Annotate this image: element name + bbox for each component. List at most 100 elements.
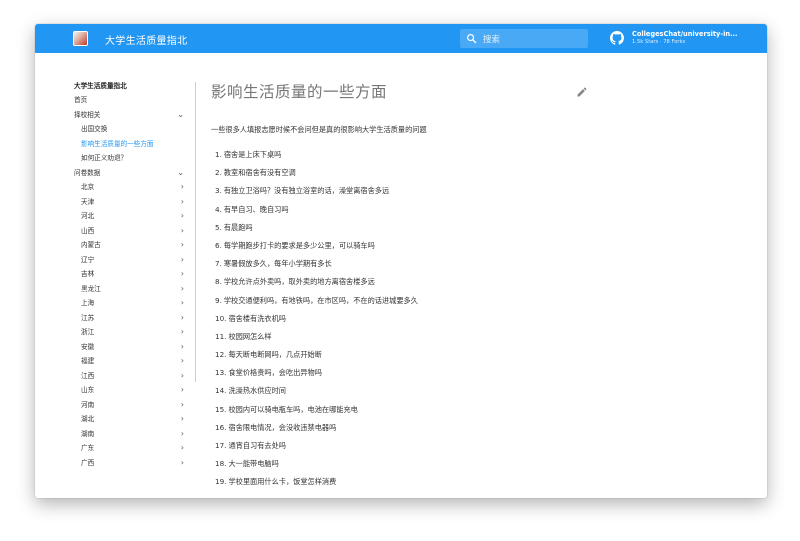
sidebar-item[interactable]: 湖北 ›: [74, 412, 194, 427]
sidebar-item[interactable]: 上海 ›: [74, 296, 194, 311]
sidebar-item[interactable]: 内蒙古 ›: [74, 238, 194, 253]
sidebar-item[interactable]: 安徽 ›: [74, 340, 194, 355]
search-input[interactable]: 搜索: [483, 33, 500, 45]
list-item-number: 5.: [215, 222, 222, 232]
list-item-text: 每学期跑步打卡的要求是多少公里，可以骑车吗: [223, 240, 375, 250]
chevron-right-icon[interactable]: ›: [181, 296, 184, 311]
sidebar-item[interactable]: 辽宁 ›: [74, 253, 194, 268]
sidebar-title[interactable]: 大学生活质量指北: [74, 80, 194, 93]
sidebar-item[interactable]: 河北 ›: [74, 209, 194, 224]
sidebar-item[interactable]: 广东 ›: [74, 441, 194, 456]
sidebar-item[interactable]: 北京 ›: [74, 180, 194, 195]
list-item-number: 13.: [215, 368, 227, 378]
chevron-right-icon[interactable]: ›: [181, 441, 184, 456]
repo-name: CollegesChat/university-in...: [632, 30, 738, 38]
chevron-right-icon[interactable]: ›: [181, 282, 184, 297]
sidebar-item[interactable]: 广西 ›: [74, 456, 194, 471]
list-item-number: 1.: [215, 150, 222, 159]
sidebar-item-label: 山西: [81, 226, 95, 235]
sidebar-item[interactable]: 江西 ›: [74, 369, 194, 384]
list-item-text: 每天断电断网吗，几点开始断: [228, 350, 322, 360]
sidebar-item[interactable]: 影响生活质量的一些方面: [74, 137, 194, 152]
sidebar-item[interactable]: 出国交换: [74, 122, 194, 137]
browser-window: 大学生活质量指北 搜索 CollegesChat/university-in..…: [35, 24, 767, 498]
sidebar-item[interactable]: 首页: [74, 93, 194, 108]
sidebar-item[interactable]: 吉林 ›: [74, 267, 194, 282]
list-item: 14. 洗澡热水供应时间: [215, 382, 418, 400]
sidebar-item[interactable]: 择校相关 ⌄: [74, 108, 194, 123]
repo-link[interactable]: CollegesChat/university-in... 1.5k Stars…: [610, 29, 760, 49]
chevron-right-icon[interactable]: ›: [181, 369, 184, 384]
list-item-text: 教室和宿舍有没有空调: [223, 168, 296, 178]
chevron-right-icon[interactable]: ›: [181, 238, 184, 253]
list-item-text: 洗澡热水供应时间: [228, 386, 286, 396]
list-item-text: 寒暑假放多久，每年小学期有多长: [223, 259, 332, 269]
list-item-number: 18.: [215, 459, 227, 469]
sidebar-item-label: 浙江: [81, 328, 95, 336]
sidebar-item-label: 吉林: [81, 270, 95, 278]
list-item: 9. 学校交通便利吗，有地铁吗，在市区吗，不在的话进城要多久: [215, 292, 418, 310]
chevron-right-icon[interactable]: ›: [181, 195, 184, 210]
sidebar-item-label: 安徽: [81, 342, 95, 351]
top-header: 大学生活质量指北 搜索 CollegesChat/university-in..…: [35, 24, 767, 53]
site-logo[interactable]: [73, 31, 88, 46]
chevron-right-icon[interactable]: ›: [181, 311, 184, 326]
sidebar-item[interactable]: 如何正义劝退？: [74, 151, 194, 166]
sidebar-item[interactable]: 问卷数据 ⌄: [74, 166, 194, 181]
list-item: 1. 宿舍是上床下桌吗: [215, 146, 418, 164]
sidebar-item-label: 北京: [81, 183, 95, 191]
sidebar-item-label: 影响生活质量的一些方面: [81, 139, 154, 148]
sidebar-item-label: 江西: [81, 371, 95, 380]
chevron-right-icon[interactable]: ›: [181, 456, 184, 471]
list-item-text: 食堂价格贵吗，会吃出异物吗: [228, 368, 322, 378]
sidebar-item[interactable]: 黑龙江 ›: [74, 282, 194, 297]
list-item-number: 4.: [215, 204, 222, 214]
list-item: 17. 通宵自习有去处吗: [215, 437, 418, 455]
sidebar-item-label: 首页: [74, 96, 88, 104]
list-item-number: 3.: [215, 186, 222, 196]
chevron-right-icon[interactable]: ›: [181, 412, 184, 427]
list-item-text: 宿舍限电情况，会没收违禁电器吗: [228, 422, 337, 432]
sidebar-item-label: 广东: [81, 444, 95, 452]
chevron-right-icon[interactable]: ›: [181, 354, 184, 369]
chevron-right-icon[interactable]: ›: [181, 325, 184, 340]
chevron-right-icon[interactable]: ›: [181, 383, 184, 398]
sidebar-item[interactable]: 河南 ›: [74, 398, 194, 413]
sidebar-item[interactable]: 山西 ›: [74, 224, 194, 239]
chevron-right-icon[interactable]: ›: [181, 427, 184, 442]
list-item-text: 宿舍是上床下桌吗: [223, 150, 282, 159]
sidebar-item-label: 上海: [81, 299, 95, 307]
chevron-down-icon[interactable]: ⌄: [177, 166, 184, 181]
chevron-right-icon[interactable]: ›: [181, 253, 184, 268]
chevron-right-icon[interactable]: ›: [181, 340, 184, 355]
chevron-right-icon[interactable]: ›: [181, 398, 184, 413]
chevron-right-icon[interactable]: ›: [181, 224, 184, 239]
site-title[interactable]: 大学生活质量指北: [105, 32, 187, 47]
sidebar-item-label: 广西: [81, 458, 95, 467]
sidebar-item[interactable]: 福建 ›: [74, 354, 194, 369]
sidebar-nav: 大学生活质量指北 首页 择校相关 ⌄ 出国交换 影响生活质量的一些方面 如何正义劝退？ 问卷…: [74, 80, 194, 470]
list-item: 16. 宿舍限电情况，会没收违禁电器吗: [215, 419, 418, 437]
list-item-number: 12.: [215, 350, 227, 360]
sidebar-item[interactable]: 天津 ›: [74, 195, 194, 210]
sidebar-item[interactable]: 江苏 ›: [74, 311, 194, 326]
sidebar-item-label: 问卷数据: [74, 168, 101, 177]
list-item: 18. 大一能带电脑吗: [215, 455, 418, 473]
chevron-down-icon[interactable]: ⌄: [177, 108, 184, 123]
list-item: 15. 校园内可以骑电瓶车吗，电池在哪能充电: [215, 401, 418, 419]
list-item-text: 学校交通便利吗，有地铁吗，在市区吗，不在的话进城要多久: [223, 295, 418, 305]
chevron-right-icon[interactable]: ›: [181, 209, 184, 224]
sidebar-item[interactable]: 浙江 ›: [74, 325, 194, 340]
pencil-icon[interactable]: [576, 86, 588, 98]
sidebar-item[interactable]: 山东 ›: [74, 383, 194, 398]
search-box[interactable]: 搜索: [460, 29, 588, 48]
list-item-number: 6.: [215, 240, 222, 250]
intro-text: 一些很多人填报志愿时候不会问但是真的很影响大学生活质量的问题: [211, 125, 427, 134]
list-item-number: 8.: [215, 277, 222, 287]
chevron-right-icon[interactable]: ›: [181, 267, 184, 282]
list-item-text: 校园网怎么样: [228, 331, 272, 341]
sidebar-item[interactable]: 湖南 ›: [74, 427, 194, 442]
chevron-right-icon[interactable]: ›: [181, 180, 184, 195]
list-item: 19. 学校里面用什么卡，饭堂怎样消费: [215, 473, 418, 491]
list-item-text: 学校里面用什么卡，饭堂怎样消费: [228, 477, 337, 487]
